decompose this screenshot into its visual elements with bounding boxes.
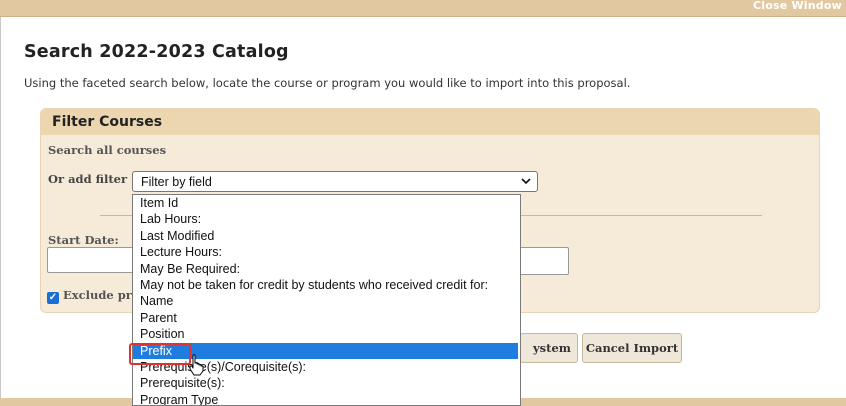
filter-field-select[interactable]: Filter by field [132, 171, 538, 192]
search-all-courses-link[interactable]: Search all courses [48, 143, 166, 157]
dropdown-option-may-not-be-taken[interactable]: May not be taken for credit by students … [133, 277, 519, 293]
dropdown-option-position[interactable]: Position [133, 326, 519, 342]
dropdown-scrollbar-thumb[interactable] [520, 358, 521, 406]
close-window-link[interactable]: Close Window [753, 0, 842, 12]
add-filter-label: Or add filter [48, 172, 128, 186]
dropdown-option-program-type[interactable]: Program Type [133, 392, 519, 405]
dropdown-option-item-id[interactable]: Item Id [133, 195, 519, 211]
import-system-button[interactable]: ystem [520, 333, 578, 363]
filter-panel-header: Filter Courses [41, 109, 819, 135]
exclude-label: Exclude pre [63, 288, 140, 302]
dropdown-option-parent[interactable]: Parent [133, 310, 519, 326]
chevron-down-icon [521, 174, 531, 191]
cancel-import-button[interactable]: Cancel Import [582, 333, 682, 363]
start-date-label: Start Date: [48, 233, 119, 247]
page-title: Search 2022-2023 Catalog [24, 42, 289, 62]
hand-pointer-cursor-icon [188, 354, 206, 381]
dropdown-option-last-modified[interactable]: Last Modified [133, 228, 519, 244]
end-date-input[interactable] [515, 247, 569, 275]
exclude-checkbox-row[interactable]: ✓ Exclude pre [47, 288, 139, 304]
filter-panel-title: Filter Courses [52, 114, 163, 130]
filter-field-select-value: Filter by field [141, 175, 212, 189]
annotation-highlight-box [129, 343, 191, 365]
dropdown-option-may-be-required[interactable]: May Be Required: [133, 261, 519, 277]
dropdown-option-lab-hours[interactable]: Lab Hours: [133, 211, 519, 227]
start-date-input[interactable] [47, 247, 137, 273]
dropdown-option-lecture-hours[interactable]: Lecture Hours: [133, 244, 519, 260]
intro-text: Using the faceted search below, locate t… [24, 76, 631, 90]
dropdown-option-name[interactable]: Name [133, 293, 519, 309]
exclude-checkbox[interactable]: ✓ [47, 292, 59, 304]
top-bar: Close Window [0, 0, 846, 17]
